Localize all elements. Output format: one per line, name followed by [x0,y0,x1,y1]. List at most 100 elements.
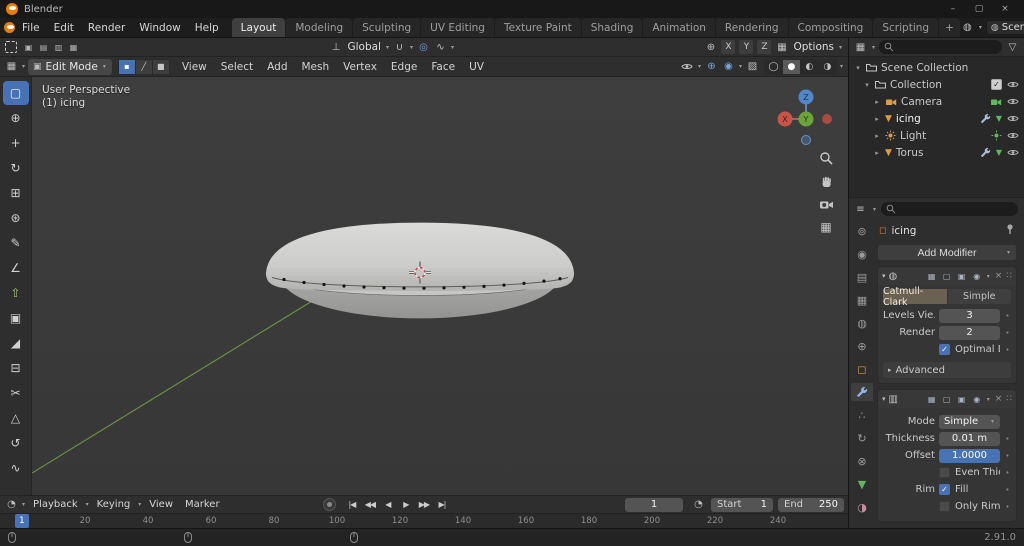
tool-loop-cut[interactable]: ⊟ [3,356,29,380]
tool-annotate[interactable]: ✎ [3,231,29,255]
on-cage-toggle[interactable]: ▦ [926,272,938,281]
active-tool-select-box-icon[interactable] [5,41,17,53]
disclosure-icon[interactable]: ▸ [873,132,881,140]
frame-start-field[interactable]: Start 1 [711,497,773,512]
gizmo-x-negative[interactable] [822,114,832,124]
subsurf-modifier-header[interactable]: ▾ ◍ ▦ ▢ ▣ ◉ ▾ × ∷ [878,267,1016,285]
menu-edge[interactable]: Edge [385,61,423,73]
face-select-button[interactable]: ■ [152,59,169,74]
disclosure-icon[interactable]: ▾ [863,81,871,89]
chevron-down-icon[interactable]: ▾ [386,44,389,51]
expand-icon[interactable]: ▾ [882,395,886,403]
tool-extrude-region[interactable]: ⇧ [3,281,29,305]
mirror-z-button[interactable]: Z [757,40,772,54]
collection-exclude-checkbox[interactable]: ✓ [991,79,1002,90]
material-preview-button[interactable]: ◐ [801,60,818,74]
menu-edit[interactable]: Edit [47,18,81,37]
properties-tab-material[interactable]: ◑ [851,498,873,516]
select-mode-set-icon[interactable]: ▣ [22,43,35,52]
tool-bevel[interactable]: ◢ [3,331,29,355]
disclosure-icon[interactable]: ▾ [854,64,862,72]
outliner-row-scene-collection[interactable]: ▾ Scene Collection [849,59,1024,76]
outliner-row-torus[interactable]: ▸ ▼ Torus ▼ [849,144,1024,161]
chevron-down-icon[interactable]: ▾ [698,63,701,70]
levels-viewport-field[interactable]: 3 [939,308,1000,323]
on-cage-toggle[interactable]: ▦ [926,395,938,404]
properties-tab-modifiers[interactable] [851,383,873,401]
tool-transform[interactable]: ⊛ [3,206,29,230]
tool-measure[interactable]: ∠ [3,256,29,280]
even-thickness-checkbox[interactable] [939,467,950,478]
delete-modifier-button[interactable]: × [994,394,1004,404]
menu-file[interactable]: File [15,18,47,37]
snap-magnet-icon[interactable]: ∪ [392,40,407,55]
zoom-icon[interactable] [817,149,835,167]
edge-select-button[interactable]: ╱ [135,59,152,74]
editor-type-icon[interactable]: ▦ [4,59,19,74]
mirror-x-button[interactable]: X [721,40,736,54]
select-mode-extend-icon[interactable]: ▤ [37,43,50,52]
menu-window[interactable]: Window [132,18,187,37]
scene-selector[interactable]: ◍ Scene × [985,20,1024,35]
chevron-down-icon[interactable]: ▾ [410,44,413,51]
expand-icon[interactable]: ▾ [882,272,886,280]
eye-icon[interactable] [1007,80,1019,89]
simple-button[interactable]: Simple [947,289,1011,304]
animate-dot-icon[interactable]: • [1004,312,1011,320]
play-button[interactable]: ▶ [397,498,414,512]
optimal-display-checkbox[interactable]: ✓ [939,344,950,355]
menu-add[interactable]: Add [261,61,293,73]
gizmo-z-negative[interactable] [801,135,811,145]
chevron-down-icon[interactable]: ▾ [739,63,742,70]
camera-view-icon[interactable] [817,195,835,213]
menu-uv[interactable]: UV [463,61,490,73]
workspace-tab-layout[interactable]: Layout [231,18,286,37]
breadcrumb-object-name[interactable]: icing [891,225,916,237]
only-rim-checkbox[interactable] [939,501,950,512]
tool-cursor[interactable]: ⊕ [3,106,29,130]
prev-keyframe-button[interactable]: ◀◀ [361,498,378,512]
properties-search-input[interactable] [881,202,1018,216]
tool-spin[interactable]: ↺ [3,431,29,455]
wireframe-shading-button[interactable]: ◯ [765,60,782,74]
outliner-row-light[interactable]: ▸ Light [849,127,1024,144]
properties-tab-data[interactable]: ▼ [851,475,873,493]
properties-tab-particles[interactable]: ∴ [851,406,873,424]
outliner-row-icing[interactable]: ▸ ▼ icing ▼ [849,110,1024,127]
eye-icon[interactable] [1007,114,1019,123]
jump-start-button[interactable]: |◀ [343,498,360,512]
play-reverse-button[interactable]: ◀ [379,498,396,512]
vertex-select-button[interactable]: ▪ [118,59,135,74]
menu-playback[interactable]: Playback [28,499,83,510]
workspace-tab-modeling[interactable]: Modeling [286,18,353,37]
app-menu-blender-icon[interactable] [4,22,15,33]
mesh-data-icon[interactable]: ▼ [996,114,1002,123]
next-keyframe-button[interactable]: ▶▶ [415,498,432,512]
workspace-tab-scripting[interactable]: Scripting [873,18,939,37]
workspace-tab-compositing[interactable]: Compositing [788,18,873,37]
animate-dot-icon[interactable]: • [1004,452,1011,460]
workspace-tab-texture-paint[interactable]: Texture Paint [494,18,581,37]
chevron-down-icon[interactable]: ▾ [840,63,843,70]
properties-tab-view-layer[interactable]: ▦ [851,291,873,309]
properties-tab-world[interactable]: ⊕ [851,337,873,355]
edit-mode-toggle[interactable]: ▢ [941,395,953,404]
modifier-extras-chevron-icon[interactable]: ▾ [987,273,990,280]
workspace-tab-rendering[interactable]: Rendering [715,18,788,37]
rendered-shading-button[interactable]: ◑ [819,60,836,74]
menu-help[interactable]: Help [188,18,226,37]
pan-hand-icon[interactable] [817,172,835,190]
select-mode-intersect-icon[interactable]: ▦ [67,43,80,52]
camera-data-icon[interactable] [990,97,1002,106]
filter-icon[interactable]: ▽ [1005,40,1020,55]
menu-render[interactable]: Render [81,18,132,37]
drag-handle-icon[interactable]: ∷ [1006,394,1012,404]
render-toggle[interactable]: ◉ [971,395,983,404]
menu-vertex[interactable]: Vertex [337,61,383,73]
properties-editor-icon[interactable]: ≡ [853,202,868,217]
advanced-subpanel[interactable]: ▸ Advanced [883,362,1011,378]
solid-shading-button[interactable]: ● [782,59,800,74]
timeline-editor-icon[interactable]: ◔ [4,497,19,512]
catmull-clark-button[interactable]: Catmull-Clark [883,286,947,308]
browse-scene-icon[interactable]: ◍ [960,20,975,35]
